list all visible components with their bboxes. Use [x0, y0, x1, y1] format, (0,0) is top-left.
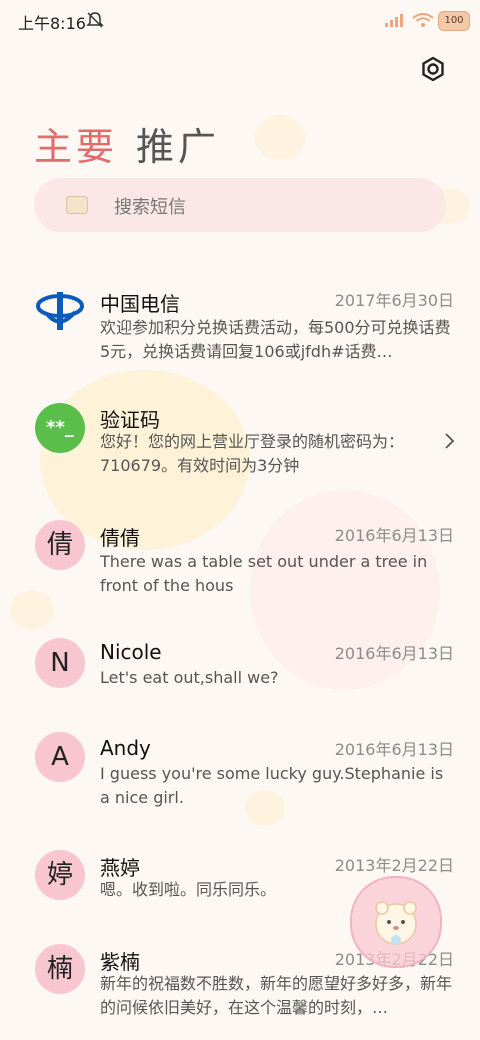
message-item-verification-code[interactable]: **_ 验证码 您好！您的网上营业厅登录的随机密码为：710679。有效时间为3…	[0, 388, 480, 488]
message-item-china-telecom[interactable]: 中国电信 2017年6月30日 欢迎参加积分兑换话费活动，每500分可兑换话费5…	[0, 270, 480, 370]
message-item-qianqian[interactable]: 倩 倩倩 2016年6月13日 There was a table set ou…	[0, 508, 480, 608]
sender-name: Nicole	[100, 640, 162, 664]
message-item-andy[interactable]: A Andy 2016年6月13日 I guess you're some lu…	[0, 722, 480, 822]
sender-name: 倩倩	[100, 526, 140, 550]
avatar: 楠	[35, 944, 85, 994]
wifi-icon	[412, 13, 434, 27]
message-date: 2016年6月13日	[334, 526, 454, 545]
tab-main[interactable]: 主要	[34, 116, 118, 171]
message-date: 2013年2月22日	[334, 856, 454, 875]
battery-icon: 100	[438, 11, 470, 31]
search-bar[interactable]: 搜索短信	[34, 178, 446, 232]
compose-button[interactable]	[350, 876, 442, 968]
message-preview: I guess you're some lucky guy.Stephanie …	[100, 764, 444, 807]
message-date: 2016年6月13日	[334, 740, 454, 759]
telecom-logo-icon	[36, 292, 84, 330]
status-bar: 上午8:16 100	[0, 0, 480, 40]
gear-icon[interactable]	[420, 56, 446, 82]
message-date: 2017年6月30日	[334, 291, 454, 310]
avatar: 倩	[35, 520, 85, 570]
chevron-right-icon[interactable]	[444, 432, 456, 450]
message-preview: There was a table set out under a tree i…	[100, 552, 428, 595]
search-icon	[66, 196, 88, 214]
tab-promotion[interactable]: 推广	[136, 116, 220, 171]
avatar: A	[35, 732, 85, 782]
message-preview: 新年的祝福数不胜数，新年的愿望好多好多，新年的问候依旧美好，在这个温馨的时刻，…	[100, 974, 452, 1017]
search-placeholder: 搜索短信	[114, 197, 186, 218]
avatar: 婷	[35, 850, 85, 900]
bear-sticker-icon	[375, 901, 417, 945]
sender-name: 燕婷	[100, 856, 140, 880]
message-item-nicole[interactable]: N Nicole 2016年6月13日 Let's eat out,shall …	[0, 626, 480, 706]
status-time: 上午8:16	[18, 14, 86, 33]
sender-name: 验证码	[100, 408, 160, 432]
message-preview: 您好！您的网上营业厅登录的随机密码为：710679。有效时间为3分钟	[100, 432, 405, 475]
sender-name: 紫楠	[100, 950, 140, 974]
sender-name: 中国电信	[100, 292, 180, 316]
avatar: N	[35, 638, 85, 688]
message-preview: 嗯。收到啦。同乐同乐。	[100, 880, 277, 899]
signal-icon	[385, 14, 403, 27]
bell-muted-icon	[86, 12, 104, 28]
message-date: 2016年6月13日	[334, 644, 454, 663]
sender-name: Andy	[100, 736, 151, 760]
message-preview: Let's eat out,shall we?	[100, 668, 279, 687]
avatar: **_	[35, 403, 85, 453]
message-preview: 欢迎参加积分兑换话费活动，每500分可兑换话费5元，兑换话费请回复106或jfd…	[100, 318, 451, 361]
